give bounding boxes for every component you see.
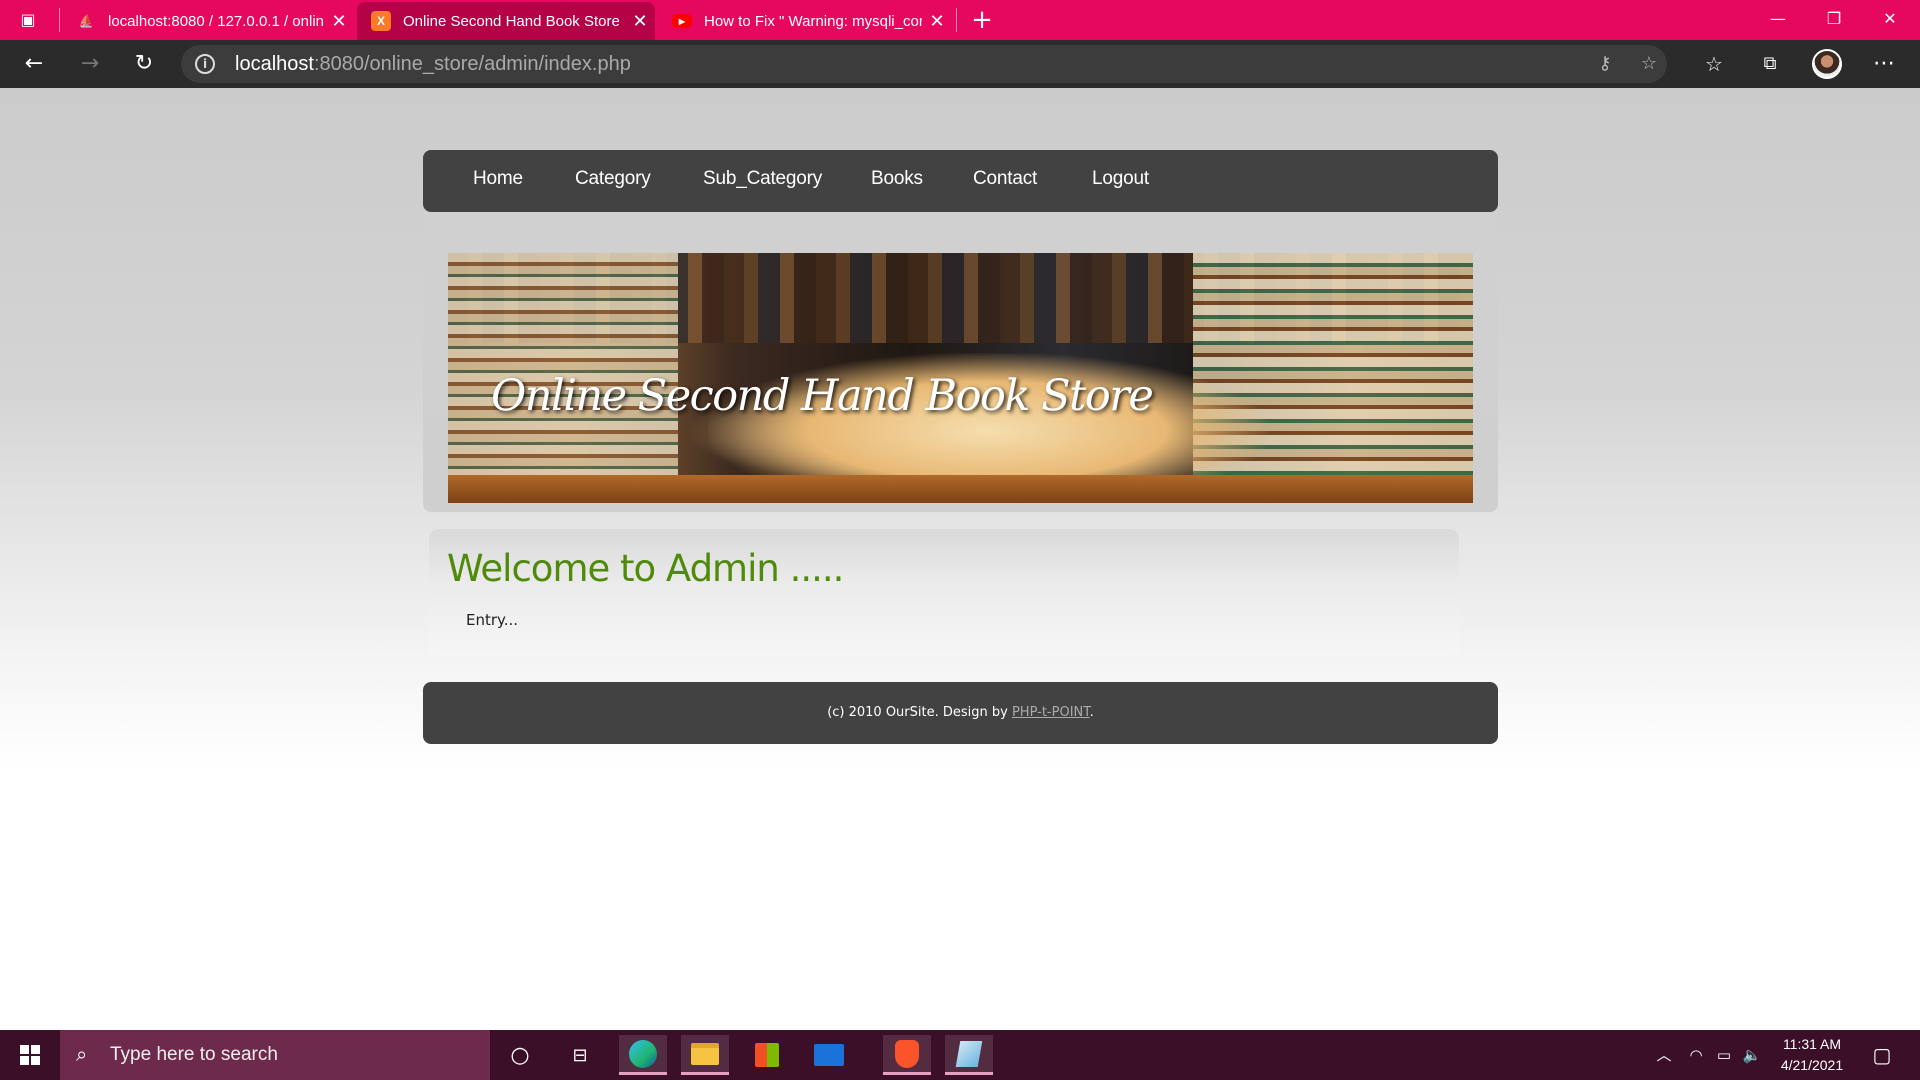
volume-icon[interactable]: 🔈 [1740,1030,1764,1080]
back-button[interactable]: ← [18,48,50,80]
entry-text: Entry... [466,611,519,629]
clock-time: 11:31 AM [1782,1036,1842,1052]
show-hidden-icons[interactable]: ︿ [1652,1030,1676,1080]
banner-table [448,475,1473,503]
tab-actions-icon[interactable]: ▣ [16,9,40,31]
banner-title: Online Second Hand Book Store [491,371,1154,421]
taskbar-search-box[interactable]: ⌕ Type here to search [60,1030,490,1080]
profile-avatar[interactable] [1812,49,1842,79]
cortana-icon[interactable]: ○ [496,1035,544,1075]
close-window-button[interactable]: ✕ [1862,0,1918,40]
windows-icon [20,1045,40,1065]
new-tab-button[interactable]: + [966,4,998,36]
content-panel: Welcome to Admin ..... Entry... [429,529,1459,657]
mail-icon[interactable] [805,1035,853,1075]
add-favorite-icon[interactable]: ☆ [1637,52,1661,76]
restore-button[interactable]: ❐ [1806,0,1862,40]
page-viewport: Home Category Sub_Category Books Contact… [0,88,1920,1030]
forward-button[interactable]: → [74,48,106,80]
youtube-icon: ▶ [672,14,692,28]
brave-browser-icon[interactable] [883,1035,931,1075]
collections-icon[interactable]: ⧉ [1754,48,1786,80]
tab-title: How to Fix " Warning: mysqli_cor [704,12,922,30]
start-button[interactable] [0,1030,60,1080]
xampp-icon: X [371,11,391,31]
footer-text: (c) 2010 OurSite. Design by [827,705,1012,720]
notepad-icon[interactable] [945,1035,993,1075]
footer-link[interactable]: PHP-t-POINT [1012,705,1090,720]
battery-icon[interactable]: ▭ [1712,1030,1736,1080]
browser-toolbar: ← → ↻ i localhost:8080/online_store/admi… [0,40,1920,88]
tab-separator [59,8,60,32]
nav-home[interactable]: Home [473,168,523,190]
notifications-icon[interactable]: ▢ [1864,1030,1900,1080]
nav-sub-category[interactable]: Sub_Category [703,168,822,190]
nav-category[interactable]: Category [575,168,651,190]
tab-online-store[interactable]: X Online Second Hand Book Store ✕ [357,2,655,40]
tab-youtube[interactable]: ▶ How to Fix " Warning: mysqli_cor ✕ [658,2,952,40]
refresh-button[interactable]: ↻ [128,48,160,80]
search-icon: ⌕ [76,1044,88,1066]
close-tab-icon[interactable]: ✕ [324,11,354,32]
tab-phpmyadmin[interactable]: ⛵ localhost:8080 / 127.0.0.1 / onlin ✕ [62,2,354,40]
site-footer: (c) 2010 OurSite. Design by PHP-t-POINT. [423,682,1498,744]
footer-suffix: . [1089,705,1094,720]
address-bar[interactable]: i localhost:8080/online_store/admin/inde… [181,45,1667,83]
site-nav-bar: Home Category Sub_Category Books Contact… [423,150,1498,212]
nav-books[interactable]: Books [871,168,923,190]
search-placeholder: Type here to search [110,1044,278,1065]
more-menu-icon[interactable]: ⋯ [1868,48,1900,80]
header-banner-image: Online Second Hand Book Store [448,253,1473,503]
url-text[interactable]: localhost:8080/online_store/admin/index.… [235,53,631,76]
microsoft-store-icon[interactable] [743,1035,791,1075]
wifi-icon[interactable]: ◠ [1684,1030,1708,1080]
task-view-icon[interactable]: ⊟ [556,1035,604,1075]
favorites-icon[interactable]: ☆ [1698,48,1730,80]
nav-contact[interactable]: Contact [973,168,1037,190]
browser-tab-strip: ▣ ⛵ localhost:8080 / 127.0.0.1 / onlin ✕… [0,0,1920,40]
edge-icon[interactable] [619,1035,667,1075]
minimize-button[interactable]: — [1750,0,1806,40]
welcome-heading: Welcome to Admin ..... [447,547,844,590]
close-tab-icon[interactable]: ✕ [625,11,655,32]
windows-taskbar: ⌕ Type here to search ○ ⊟ ︿ ◠ ▭ 🔈 11:31 … [0,1030,1920,1080]
tab-title: Online Second Hand Book Store [403,12,620,30]
system-clock[interactable]: 11:31 AM 4/21/2021 [1762,1034,1862,1076]
file-explorer-icon[interactable] [681,1035,729,1075]
tab-title: localhost:8080 / 127.0.0.1 / onlin [108,12,324,30]
nav-logout[interactable]: Logout [1092,168,1149,190]
clock-date: 4/21/2021 [1780,1057,1844,1073]
close-tab-icon[interactable]: ✕ [922,11,952,32]
key-icon[interactable]: ⚷ [1593,52,1617,76]
tab-separator [956,8,957,32]
phpmyadmin-icon: ⛵ [78,14,94,28]
site-info-icon[interactable]: i [195,54,215,74]
